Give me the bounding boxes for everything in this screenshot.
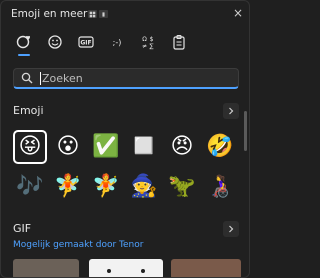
category-tabs: GIF ;-) Ω $ ≠ ∑ — [1, 31, 249, 53]
chevron-right-icon — [229, 107, 234, 115]
emoji-item[interactable]: 😠 — [165, 130, 199, 164]
emoji-item[interactable]: ◻️ — [127, 130, 161, 164]
gif-section-title: GIF — [13, 222, 32, 235]
grid-icon-glyph — [89, 11, 96, 17]
svg-text:≠: ≠ — [142, 43, 147, 50]
tab-clipboard[interactable] — [168, 31, 190, 53]
search-icon — [21, 72, 33, 84]
emoji-item[interactable]: 🧙 — [127, 170, 161, 204]
tab-emoji[interactable] — [44, 31, 66, 53]
emoji-item[interactable]: 🧚 — [89, 170, 123, 204]
active-tab-indicator — [18, 54, 30, 56]
close-button[interactable]: × — [233, 6, 243, 20]
gif-strip — [11, 259, 243, 277]
tab-symbols[interactable]: Ω $ ≠ ∑ — [137, 31, 159, 53]
emoji-item[interactable]: 🦖 — [165, 170, 199, 204]
clipboard-icon — [173, 34, 185, 50]
emoji-panel: Emoji en meer × GIF ;-) Ω $ ≠ ∑ Zoeken E… — [0, 0, 250, 278]
gif-powered-by-link[interactable]: Mogelijk gemaakt door Tenor — [13, 240, 143, 250]
gif-icon: GIF — [78, 36, 94, 48]
gif-thumbnail-detail — [107, 269, 111, 273]
tab-kaomoji[interactable]: ;-) — [106, 31, 128, 53]
text-cursor — [40, 72, 41, 85]
gif-thumbnail[interactable] — [13, 259, 79, 277]
gif-thumbnail-detail — [141, 269, 145, 273]
emoji-item[interactable]: 🤣 — [203, 130, 237, 164]
heart-face-icon — [16, 35, 30, 49]
emoji-item[interactable]: 👩‍🦽 — [203, 170, 237, 204]
emoji-section-expand-button[interactable] — [223, 103, 239, 119]
search-input[interactable] — [42, 70, 222, 87]
svg-text:GIF: GIF — [80, 40, 91, 47]
tab-recent[interactable] — [13, 31, 35, 53]
gif-section-expand-button[interactable] — [223, 221, 239, 237]
emoji-item[interactable]: 😮 — [51, 130, 85, 164]
svg-text:Ω: Ω — [142, 36, 147, 43]
keyboard-icon-glyph — [102, 11, 105, 17]
emoji-section-title: Emoji — [13, 104, 44, 117]
smiley-icon — [48, 35, 62, 49]
grid-icon[interactable] — [88, 10, 97, 18]
tab-gif[interactable]: GIF — [75, 31, 97, 53]
gif-thumbnail[interactable] — [89, 259, 163, 277]
svg-text:∑: ∑ — [149, 43, 153, 50]
emoji-item[interactable]: 🎶 — [13, 170, 47, 204]
scrollbar[interactable] — [244, 111, 247, 151]
window-title: Emoji en meer — [11, 8, 88, 20]
keyboard-icon[interactable] — [99, 10, 108, 18]
emoji-item[interactable]: 😝 — [13, 130, 47, 164]
symbols-icon: Ω $ ≠ ∑ — [142, 36, 154, 50]
kaomoji-icon: ;-) — [113, 38, 122, 47]
svg-text:;-): ;-) — [113, 38, 122, 47]
chevron-right-icon — [229, 225, 234, 233]
gif-thumbnail[interactable] — [171, 259, 241, 277]
svg-text:$: $ — [150, 36, 154, 43]
emoji-item[interactable]: ✅ — [89, 130, 123, 164]
title-bar: Emoji en meer × — [1, 1, 249, 27]
search-box[interactable] — [13, 68, 239, 89]
emoji-item[interactable]: 🧚 — [51, 170, 85, 204]
